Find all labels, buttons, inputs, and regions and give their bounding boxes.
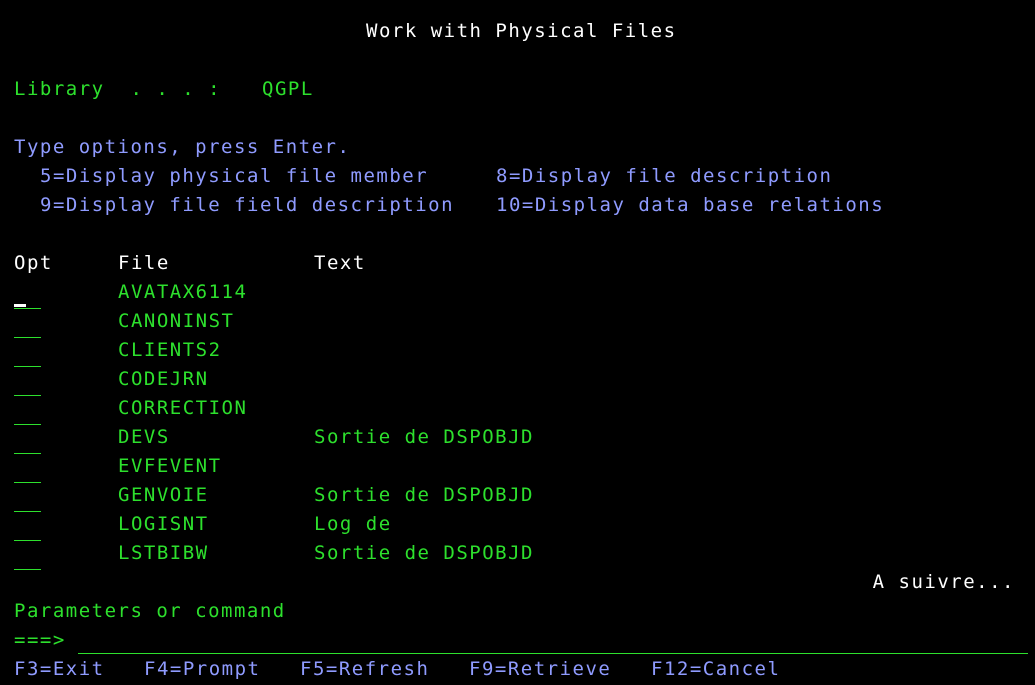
f4-prompt-key[interactable]: F4=Prompt xyxy=(144,655,260,684)
command-prompt-arrow: ===> xyxy=(14,629,66,651)
library-label: Library . . . : xyxy=(14,78,222,100)
option-input[interactable] xyxy=(14,315,41,338)
file-name: DEVS xyxy=(118,426,170,448)
file-text: Sortie de DSPOBJD xyxy=(314,484,534,506)
command-input[interactable] xyxy=(78,631,1028,654)
column-header-text: Text xyxy=(314,252,366,274)
file-name: GENVOIE xyxy=(118,484,209,506)
file-name: LSTBIBW xyxy=(118,542,209,564)
more-indicator: A suivre... xyxy=(872,571,1015,593)
file-name: AVATAX6114 xyxy=(118,281,248,303)
option-input[interactable] xyxy=(14,518,41,541)
file-text: Sortie de DSPOBJD xyxy=(314,426,534,448)
option-input[interactable] xyxy=(14,402,41,425)
file-text: Log de xyxy=(314,513,392,535)
file-name: CLIENTS2 xyxy=(118,339,222,361)
column-header-opt: Opt xyxy=(14,252,53,274)
command-label: Parameters or command xyxy=(14,600,286,622)
file-name: CORRECTION xyxy=(118,397,248,419)
file-name: LOGISNT xyxy=(118,513,209,535)
file-text: Sortie de DSPOBJD xyxy=(314,542,534,564)
option-input[interactable] xyxy=(14,547,41,570)
file-name: CODEJRN xyxy=(118,368,209,390)
option-input[interactable] xyxy=(14,373,41,396)
f12-cancel-key[interactable]: F12=Cancel xyxy=(651,655,780,684)
file-name: EVFEVENT xyxy=(118,455,222,477)
option-10-description: 10=Display data base relations xyxy=(496,194,885,216)
option-9-description: 9=Display file field description xyxy=(40,194,455,216)
file-name: CANONINST xyxy=(118,310,235,332)
f3-exit-key[interactable]: F3=Exit xyxy=(14,655,105,684)
instructions-prompt: Type options, press Enter. xyxy=(14,136,351,158)
option-5-description: 5=Display physical file member xyxy=(40,165,429,187)
option-8-description: 8=Display file description xyxy=(496,165,833,187)
text-cursor xyxy=(14,304,26,307)
library-value: QGPL xyxy=(262,78,314,100)
screen-title: Work with Physical Files xyxy=(366,20,677,42)
f9-retrieve-key[interactable]: F9=Retrieve xyxy=(469,655,611,684)
column-header-file: File xyxy=(118,252,170,274)
option-input[interactable] xyxy=(14,431,41,454)
option-input[interactable] xyxy=(14,489,41,512)
f5-refresh-key[interactable]: F5=Refresh xyxy=(300,655,429,684)
option-input[interactable] xyxy=(14,344,41,367)
option-input[interactable] xyxy=(14,460,41,483)
